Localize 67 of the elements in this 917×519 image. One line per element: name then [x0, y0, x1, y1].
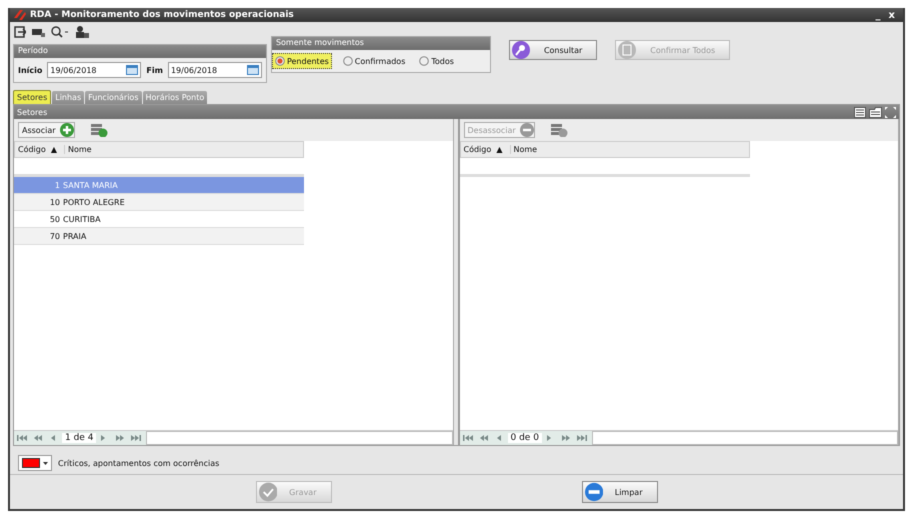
- start-date-field[interactable]: 19/06/2018: [47, 62, 142, 78]
- table-cell-text: 70: [48, 232, 60, 240]
- next-fast-icon[interactable]: [115, 435, 126, 441]
- user-icon[interactable]: [75, 26, 89, 38]
- logo-icon: [14, 10, 26, 20]
- column-header[interactable]: Código ▲: [15, 145, 65, 154]
- check-icon: [258, 482, 278, 502]
- minus-icon: [520, 123, 534, 137]
- exit-icon[interactable]: [14, 26, 26, 38]
- table-row[interactable]: 70 PRAIA: [14, 228, 304, 245]
- key-icon: [512, 41, 530, 59]
- table-cell-text: PORTO ALEGRE: [62, 198, 125, 206]
- expand-icon[interactable]: [885, 106, 896, 118]
- previous-fast-icon[interactable]: [33, 435, 43, 441]
- page-indicator: 1 de 4: [62, 433, 96, 443]
- page-indicator: 0 de 0: [508, 433, 542, 443]
- card-icon[interactable]: [32, 27, 45, 37]
- legend-text: Críticos, apontamentos com ocorrências: [58, 458, 220, 468]
- calendar-icon[interactable]: [246, 65, 259, 75]
- scrollbar[interactable]: [146, 431, 452, 445]
- radio-icon: [342, 56, 353, 66]
- clear-button[interactable]: Limpar: [582, 481, 658, 503]
- search-button[interactable]: Consultar: [508, 40, 598, 60]
- close-button[interactable]: x: [886, 10, 897, 20]
- column-header[interactable]: Código ▲: [460, 145, 510, 154]
- table-cell-text: 50: [48, 214, 60, 224]
- next-fast-icon[interactable]: [560, 435, 571, 441]
- radio-icon: [274, 56, 285, 66]
- calendar-icon[interactable]: [126, 65, 138, 75]
- table-cell-text: PRAIA: [62, 232, 86, 240]
- radio-icon: [419, 56, 430, 66]
- table-cell-text: 1: [54, 180, 60, 190]
- radio-button[interactable]: Pendentes: [272, 53, 332, 69]
- last-page-icon[interactable]: [576, 435, 587, 441]
- window-title: RDA - Monitoramento dos movimentos operacionais: [30, 10, 295, 20]
- previous-fast-icon[interactable]: [478, 435, 488, 441]
- minus-icon: [584, 482, 603, 502]
- tab[interactable]: Setores: [13, 90, 52, 104]
- panel-title: Setores: [17, 108, 48, 116]
- folder-icon[interactable]: [869, 106, 882, 118]
- scrollbar[interactable]: [592, 431, 898, 445]
- column-header[interactable]: Nome: [65, 145, 92, 154]
- table-cell-text: 10: [48, 198, 60, 206]
- list-icon[interactable]: [854, 106, 866, 118]
- table-cell-text: SANTA MARIA: [62, 180, 118, 190]
- plus-icon: [60, 123, 74, 137]
- column-header[interactable]: Nome: [510, 145, 538, 154]
- end-date-field[interactable]: 19/06/2018: [168, 62, 262, 78]
- dropdown-icon[interactable]: [43, 462, 48, 464]
- end-label: Fim: [146, 66, 163, 74]
- color-picker[interactable]: [18, 455, 52, 471]
- associate-button[interactable]: Associar: [18, 122, 75, 138]
- list-add-icon[interactable]: [90, 123, 108, 137]
- first-page-icon[interactable]: [17, 435, 27, 441]
- table-row[interactable]: 10 PORTO ALEGRE: [14, 194, 304, 211]
- first-page-icon[interactable]: [462, 435, 472, 441]
- search-icon[interactable]: [51, 26, 69, 38]
- document-icon: [618, 41, 636, 59]
- radio-button[interactable]: Confirmados: [340, 53, 408, 69]
- group-header: Período: [14, 45, 266, 58]
- last-page-icon[interactable]: [131, 435, 142, 441]
- list-remove-icon[interactable]: [550, 123, 568, 137]
- minimize-button[interactable]: _: [874, 10, 883, 20]
- radio-button[interactable]: Todos: [416, 53, 457, 69]
- start-label: Início: [18, 66, 42, 74]
- table-cell-text: CURITIBA: [62, 214, 101, 224]
- group-header: Somente movimentos: [272, 37, 490, 50]
